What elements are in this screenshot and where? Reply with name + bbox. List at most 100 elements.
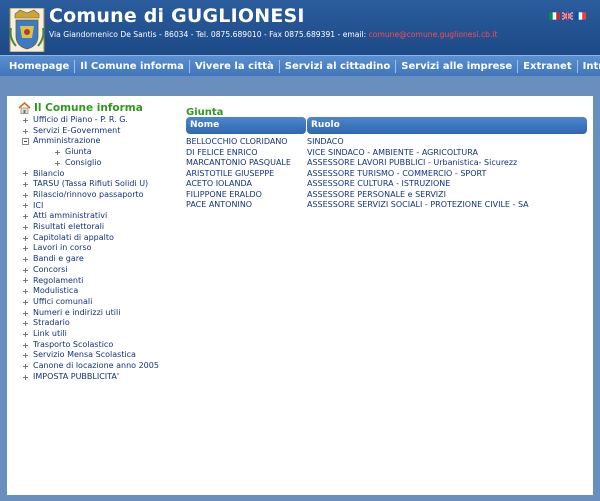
sidebar-item-label: ICI — [33, 200, 44, 210]
sidebar-item[interactable]: Giunta — [22, 147, 159, 158]
email-link[interactable]: comune@comune.guglionesi.cb.it — [369, 30, 498, 39]
municipal-crest-icon — [9, 8, 45, 52]
sidebar-item-label: TARSU (Tassa Rifiuti Solidi U) — [33, 179, 149, 189]
cell-ruolo: SINDACO — [307, 137, 344, 146]
sidebar-item[interactable]: Uffici comunali — [22, 297, 159, 308]
cell-nome: PACE ANTONINO — [186, 200, 253, 209]
sidebar-item-label: Giunta — [65, 147, 92, 157]
nav-homepage[interactable]: Homepage — [0, 59, 76, 73]
table-row: PACE ANTONINO ASSESSORE SERVIZI SOCIALI -… — [186, 200, 587, 211]
content-panel: Il Comune informa Ufficio di Piano - P. … — [7, 96, 593, 495]
expand-icon — [22, 213, 29, 220]
sidebar-item[interactable]: Concorsi — [22, 265, 159, 276]
cell-ruolo: VICE SINDACO - AMBIENTE - AGRICOLTURA — [307, 147, 478, 157]
collapse-icon — [22, 138, 29, 146]
sidebar-item-label: Stradario — [33, 318, 70, 328]
sidebar-item[interactable]: Regolamenti — [22, 276, 159, 287]
browser-page: Comune di GUGLIONESI Via Giandomenico De… — [0, 0, 600, 501]
expand-icon — [22, 267, 29, 274]
nav-extranet[interactable]: Extranet — [518, 59, 578, 73]
sidebar-item[interactable]: Consiglio — [22, 158, 159, 169]
cell-nome: DI FELICE ENRICO — [186, 147, 258, 157]
site-header: Comune di GUGLIONESI Via Giandomenico De… — [0, 0, 600, 55]
sidebar-item[interactable]: Servizi E-Government — [22, 126, 159, 137]
expand-icon — [22, 277, 29, 284]
column-header-nome: Nome — [186, 117, 306, 134]
address-text: Via Giandomenico De Santis - 86034 - Tel… — [49, 30, 367, 39]
sidebar-item-label: Uffici comunali — [33, 296, 93, 306]
expand-icon — [22, 202, 29, 209]
cell-nome: ARISTOTILE GIUSEPPE — [186, 168, 275, 178]
cell-ruolo: ASSESSORE PERSONALE e SERVIZI — [307, 189, 447, 199]
expand-icon — [22, 181, 29, 188]
sidebar-item[interactable]: Amministrazione — [22, 136, 159, 147]
sidebar-item[interactable]: TARSU (Tassa Rifiuti Solidi U) — [22, 179, 159, 190]
bottom-bar — [0, 495, 600, 501]
sidebar-item[interactable]: Stradario — [22, 318, 159, 329]
sidebar-item-label: Consiglio — [65, 157, 102, 167]
sidebar-item[interactable]: Risultati elettorali — [22, 222, 159, 233]
sidebar-item[interactable]: Ufficio di Piano - P. R. G. — [22, 115, 159, 126]
sidebar-item-label: Lavori in corso — [33, 243, 92, 253]
expand-icon — [22, 299, 29, 306]
sidebar-item-label: Concorsi — [33, 264, 68, 274]
expand-icon — [54, 149, 61, 156]
sidebar-item[interactable]: Link utili — [22, 329, 159, 340]
nav-servizi-alle-imprese[interactable]: Servizi alle imprese — [396, 59, 519, 73]
nav-il-comune-informa[interactable]: Il Comune informa — [75, 59, 190, 73]
sidebar-item[interactable]: Servizio Mensa Scolastica — [22, 350, 159, 361]
expand-icon — [22, 352, 29, 359]
expand-icon — [22, 331, 29, 338]
sidebar-item-label: Trasporto Scolastico — [33, 339, 114, 349]
italian-flag-icon[interactable] — [549, 12, 560, 20]
giunta-table: Nome Ruolo BELLOCCHIO CLORIDANO SINDACO DI… — [186, 117, 587, 211]
nav-vivere-la-citta[interactable]: Vivere la città — [190, 59, 280, 73]
sidebar-item-label: Link utili — [33, 329, 67, 339]
sidebar-item-label: Bilancio — [33, 168, 65, 178]
uk-flag-icon[interactable] — [562, 12, 573, 20]
sidebar-item-label: Atti amministrativi — [33, 211, 108, 221]
sidebar-item-label: Canone di locazione anno 2005 — [33, 361, 159, 371]
expand-icon — [22, 374, 29, 381]
sidebar-item[interactable]: Numeri e indirizzi utili — [22, 308, 159, 319]
expand-icon — [22, 128, 29, 135]
sidebar-item[interactable]: Lavori in corso — [22, 243, 159, 254]
sidebar-item[interactable]: Rilascio/rinnovo passaporto — [22, 190, 159, 201]
sidebar-item[interactable]: Bilancio — [22, 169, 159, 180]
sidebar-item[interactable]: Capitolati di appalto — [22, 233, 159, 244]
expand-icon — [22, 342, 29, 349]
sidebar-item-label: Capitolati di appalto — [33, 232, 114, 242]
table-row: FILIPPONE ERALDO ASSESSORE PERSONALE e SE… — [186, 190, 587, 201]
sidebar-item[interactable]: IMPOSTA PUBBLICITA' — [22, 372, 159, 383]
cell-ruolo: ASSESSORE TURISMO - COMMERCIO - SPORT — [307, 168, 487, 178]
expand-icon — [22, 235, 29, 242]
cell-ruolo: ASSESSORE SERVIZI SOCIALI - PROTEZIONE C… — [307, 200, 529, 209]
sidebar-item-label: Servizio Mensa Scolastica — [33, 350, 136, 360]
nav-intranet[interactable]: Intranet — [578, 60, 600, 73]
sidebar-title[interactable]: Il Comune informa — [18, 102, 143, 114]
sidebar-item-label: Regolamenti — [33, 275, 84, 285]
expand-icon — [22, 320, 29, 327]
nav-servizi-al-cittadino[interactable]: Servizi al cittadino — [280, 59, 397, 73]
table-row: MARCANTONIO PASQUALE ASSESSORE LAVORI PUB… — [186, 158, 587, 169]
expand-icon — [22, 310, 29, 317]
expand-icon — [22, 288, 29, 295]
french-flag-icon[interactable] — [575, 12, 586, 20]
sidebar-item[interactable]: Bandi e gare — [22, 254, 159, 265]
sidebar-item-label: Modulistica — [33, 286, 79, 296]
sidebar-item[interactable]: ICI — [22, 201, 159, 212]
table-body: BELLOCCHIO CLORIDANO SINDACO DI FELICE ENR… — [186, 137, 587, 211]
expand-icon — [22, 363, 29, 370]
sidebar-item[interactable]: Canone di locazione anno 2005 — [22, 361, 159, 372]
sidebar-item-label: Servizi E-Government — [33, 125, 121, 135]
sidebar-item[interactable]: Trasporto Scolastico — [22, 340, 159, 351]
sidebar-item-label: Rilascio/rinnovo passaporto — [33, 189, 144, 199]
sidebar-item[interactable]: Atti amministrativi — [22, 211, 159, 222]
table-row: BELLOCCHIO CLORIDANO SINDACO — [186, 137, 587, 148]
table-row: ACETO IOLANDA ASSESSORE CULTURA - ISTRUZI… — [186, 179, 587, 190]
expand-icon — [54, 160, 61, 167]
sub-bar — [0, 76, 600, 96]
table-row: ARISTOTILE GIUSEPPE ASSESSORE TURISMO - C… — [186, 169, 587, 180]
sidebar-item[interactable]: Modulistica — [22, 286, 159, 297]
sidebar-item-label: Ufficio di Piano - P. R. G. — [33, 115, 128, 124]
